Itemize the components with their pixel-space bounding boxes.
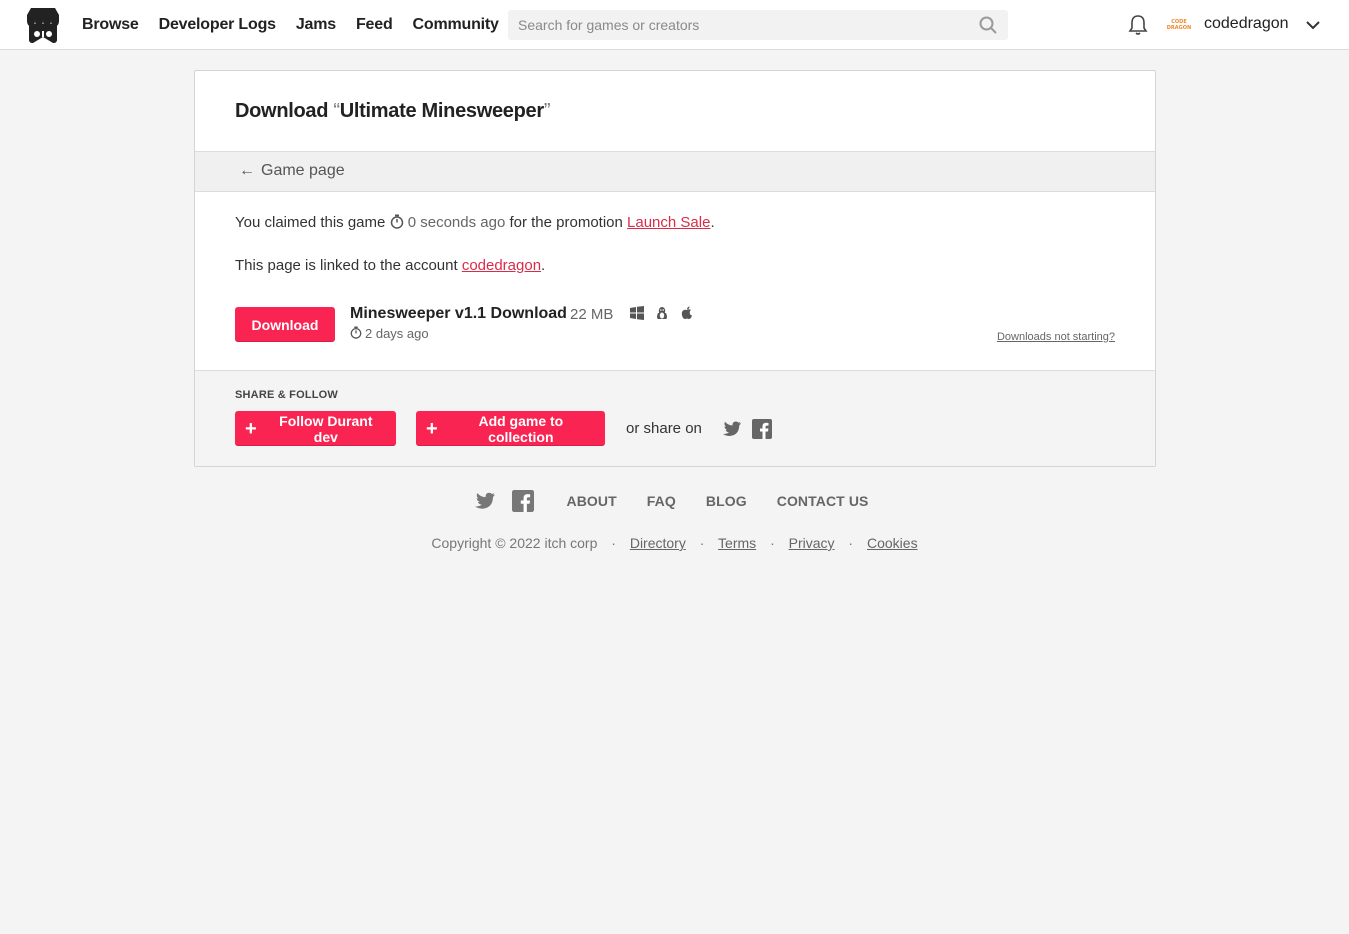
nav-developer-logs[interactable]: Developer Logs [159, 16, 276, 34]
windows-icon [630, 306, 644, 320]
top-header: Browse Developer Logs Jams Feed Communit… [0, 0, 1349, 50]
period: . [541, 257, 546, 274]
linked-account-line: This page is linked to the account coded… [235, 257, 1155, 274]
downloads-help-link[interactable]: Downloads not starting? [997, 331, 1115, 343]
search-input[interactable] [508, 17, 978, 33]
separator: · [699, 535, 705, 551]
avatar-logo-icon: CODE DRAGON [1167, 19, 1191, 31]
collection-label: Add game to collection [478, 412, 564, 445]
back-to-game-link[interactable]: ← Game page [195, 152, 1155, 192]
share-follow-section: SHARE & FOLLOW + Follow Durant dev + Add… [195, 370, 1155, 466]
nav-community[interactable]: Community [413, 16, 499, 34]
download-content: You claimed this game 0 seconds ago for … [195, 192, 1155, 370]
stopwatch-icon [350, 326, 362, 339]
separator: · [611, 535, 616, 551]
follow-button[interactable]: + Follow Durant dev [235, 411, 396, 446]
claim-line: You claimed this game 0 seconds ago for … [235, 214, 1155, 231]
close-quote: ” [543, 100, 551, 122]
nav-feed[interactable]: Feed [356, 16, 393, 34]
copyright-line: Copyright © 2022 itch corp · Directory ·… [0, 535, 1349, 551]
linked-text: This page is linked to the account [235, 257, 462, 274]
separator: · [848, 535, 854, 551]
facebook-icon[interactable] [751, 418, 772, 439]
period: . [710, 214, 715, 231]
twitter-icon[interactable] [474, 490, 496, 512]
avatar[interactable]: CODE DRAGON [1166, 14, 1192, 36]
nav-jams[interactable]: Jams [296, 16, 336, 34]
facebook-icon[interactable] [511, 490, 534, 512]
nav-browse[interactable]: Browse [82, 16, 139, 34]
file-size: 22 MB [570, 306, 614, 323]
back-arrow-icon: ← [239, 162, 255, 179]
linux-icon [657, 307, 667, 319]
footer-links: ABOUT FAQ BLOG CONTACT US [0, 490, 1349, 512]
copyright-text: Copyright © 2022 itch corp [431, 535, 598, 551]
add-to-collection-button[interactable]: + Add game to collection [416, 411, 605, 446]
panel-header: Download “Ultimate Minesweeper” [195, 71, 1155, 152]
stopwatch-icon [390, 214, 403, 229]
account-link[interactable]: codedragon [462, 257, 541, 274]
main-nav: Browse Developer Logs Jams Feed Communit… [82, 0, 519, 50]
download-button[interactable]: Download [235, 307, 335, 342]
footer-cookies-link[interactable]: Cookies [867, 535, 918, 551]
download-panel: Download “Ultimate Minesweeper” ← Game p… [194, 70, 1156, 467]
back-label: Game page [261, 162, 345, 179]
search-icon[interactable] [978, 15, 998, 35]
username-label[interactable]: codedragon [1204, 15, 1289, 33]
plus-icon: + [245, 417, 257, 440]
claim-mid-text: for the promotion [505, 214, 628, 231]
apple-icon [681, 306, 692, 319]
bell-icon[interactable] [1128, 14, 1148, 36]
footer-terms-link[interactable]: Terms [718, 535, 756, 551]
plus-icon: + [426, 417, 438, 440]
svg-text:DRAGON: DRAGON [1167, 25, 1191, 31]
claim-text: You claimed this game [235, 214, 390, 231]
footer-faq-link[interactable]: FAQ [647, 493, 676, 509]
twitter-icon[interactable] [722, 419, 742, 439]
share-heading: SHARE & FOLLOW [235, 389, 339, 401]
itch-logo-icon[interactable] [23, 7, 63, 44]
share-row: + Follow Durant dev + Add game to collec… [235, 411, 1155, 446]
upload-row: Download Minesweeper v1.1 Download 22 MB… [235, 305, 1115, 347]
search-bar [508, 10, 1008, 40]
file-name: Minesweeper v1.1 Download [350, 305, 567, 322]
share-on-label: or share on [626, 420, 702, 437]
follow-label: Follow Durant dev [279, 412, 373, 445]
footer-blog-link[interactable]: BLOG [706, 493, 747, 509]
footer-about-link[interactable]: ABOUT [567, 493, 617, 509]
footer-privacy-link[interactable]: Privacy [789, 535, 835, 551]
file-date: 2 days ago [350, 326, 429, 341]
footer-contact-link[interactable]: CONTACT US [777, 493, 869, 509]
separator: · [770, 535, 775, 551]
game-title: Ultimate Minesweeper [339, 100, 544, 122]
footer-directory-link[interactable]: Directory [630, 535, 686, 551]
chevron-down-icon[interactable] [1304, 16, 1322, 34]
file-date-text: 2 days ago [365, 326, 429, 341]
title-prefix: Download [235, 100, 334, 122]
promotion-link[interactable]: Launch Sale [627, 214, 710, 231]
page-title: Download “Ultimate Minesweeper” [235, 100, 1155, 123]
claim-time: 0 seconds ago [407, 214, 506, 231]
